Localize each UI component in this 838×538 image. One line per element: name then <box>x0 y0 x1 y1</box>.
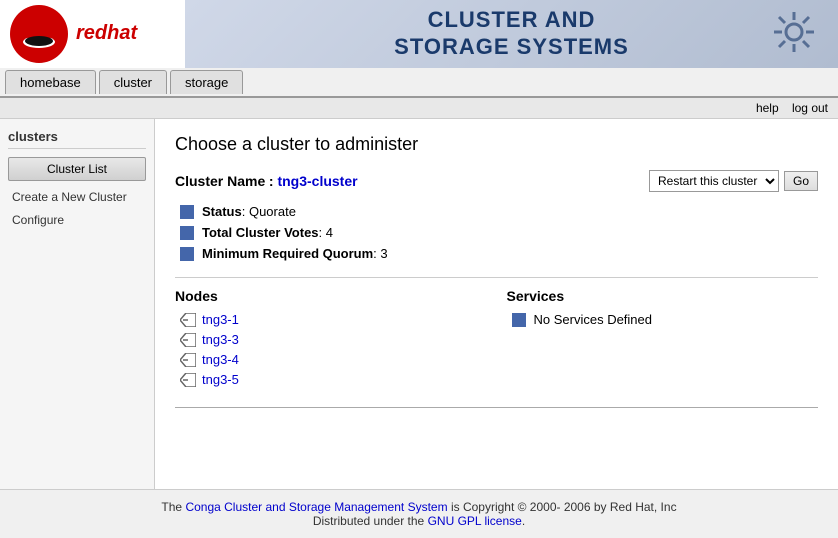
create-cluster-link[interactable]: Create a New Cluster <box>8 187 146 207</box>
navbar: homebase cluster storage <box>0 68 838 98</box>
nodes-title: Nodes <box>175 288 487 304</box>
redhat-logo: redhat <box>0 0 185 68</box>
status-section: Status : Quorate Total Cluster Votes : 4… <box>175 204 818 278</box>
node-link-3[interactable]: tng3-4 <box>202 352 239 367</box>
go-button[interactable]: Go <box>784 171 818 191</box>
tab-homebase[interactable]: homebase <box>5 70 96 94</box>
node-link-2[interactable]: tng3-3 <box>202 332 239 347</box>
sidebar: clusters Cluster List Create a New Clust… <box>0 119 155 489</box>
status-row: Status : Quorate <box>175 204 818 219</box>
nodes-services: Nodes tng3-1 tng3-3 <box>175 288 818 392</box>
footer-conga-link[interactable]: Conga Cluster and Storage Management Sys… <box>185 500 447 514</box>
util-bar: help log out <box>0 98 838 119</box>
min-quorum-row: Minimum Required Quorum : 3 <box>175 246 818 261</box>
divider <box>175 407 818 408</box>
service-bullet-icon <box>512 313 526 327</box>
page-title: Choose a cluster to administer <box>175 134 818 155</box>
no-services-item: No Services Defined <box>507 312 819 327</box>
services-title: Services <box>507 288 819 304</box>
min-quorum-label: Minimum Required Quorum <box>202 246 373 261</box>
status-bullet-icon <box>180 205 194 219</box>
cluster-name-value: tng3-cluster <box>277 173 357 189</box>
footer-line2: Distributed under the GNU GPL license. <box>10 514 828 528</box>
footer-line1: The Conga Cluster and Storage Management… <box>10 500 828 514</box>
status-value: : Quorate <box>242 204 296 219</box>
content: Choose a cluster to administer Cluster N… <box>155 119 838 489</box>
min-quorum-bullet-icon <box>180 247 194 261</box>
min-quorum-value: : 3 <box>373 246 387 261</box>
header: redhat CLUSTER AND STORAGE SYSTEMS <box>0 0 838 68</box>
restart-select[interactable]: Restart this cluster <box>649 170 779 192</box>
node-icon <box>180 313 196 327</box>
tab-storage[interactable]: storage <box>170 70 243 94</box>
no-services-text: No Services Defined <box>534 312 653 327</box>
nodes-column: Nodes tng3-1 tng3-3 <box>175 288 487 392</box>
action-area: Restart this cluster Go <box>649 170 818 192</box>
tab-cluster[interactable]: cluster <box>99 70 167 94</box>
total-votes-label: Total Cluster Votes <box>202 225 319 240</box>
footer: The Conga Cluster and Storage Management… <box>0 489 838 538</box>
status-label: Status <box>202 204 242 219</box>
help-link[interactable]: help <box>756 101 779 115</box>
list-item: tng3-5 <box>175 372 487 387</box>
list-item: tng3-4 <box>175 352 487 367</box>
configure-link[interactable]: Configure <box>8 210 146 230</box>
node-icon <box>180 373 196 387</box>
node-icon <box>180 333 196 347</box>
footer-text-before: The <box>161 500 182 514</box>
total-votes-row: Total Cluster Votes : 4 <box>175 225 818 240</box>
footer-license-link[interactable]: GNU GPL license <box>428 514 522 528</box>
total-votes-value: : 4 <box>319 225 333 240</box>
redhat-hat-icon <box>19 14 59 54</box>
gear-icon <box>770 8 818 59</box>
logout-link[interactable]: log out <box>792 101 828 115</box>
node-link-1[interactable]: tng3-1 <box>202 312 239 327</box>
services-column: Services No Services Defined <box>507 288 819 392</box>
node-link-4[interactable]: tng3-5 <box>202 372 239 387</box>
cluster-list-button[interactable]: Cluster List <box>8 157 146 181</box>
main-layout: clusters Cluster List Create a New Clust… <box>0 119 838 489</box>
redhat-logo-text: redhat <box>76 22 137 45</box>
cluster-info-bar: Cluster Name : tng3-cluster Restart this… <box>175 170 818 192</box>
cluster-name-row: Cluster Name : tng3-cluster <box>175 173 358 189</box>
list-item: tng3-3 <box>175 332 487 347</box>
total-votes-bullet-icon <box>180 226 194 240</box>
banner-title-text: CLUSTER AND STORAGE SYSTEMS <box>394 7 629 60</box>
cluster-name-label: Cluster Name <box>175 173 265 189</box>
redhat-logo-circle <box>10 5 68 63</box>
list-item: tng3-1 <box>175 312 487 327</box>
sidebar-title: clusters <box>8 129 146 149</box>
banner-title: CLUSTER AND STORAGE SYSTEMS <box>185 0 838 68</box>
node-icon <box>180 353 196 367</box>
footer-text-after: is Copyright © 2000- 2006 by Red Hat, In… <box>451 500 677 514</box>
